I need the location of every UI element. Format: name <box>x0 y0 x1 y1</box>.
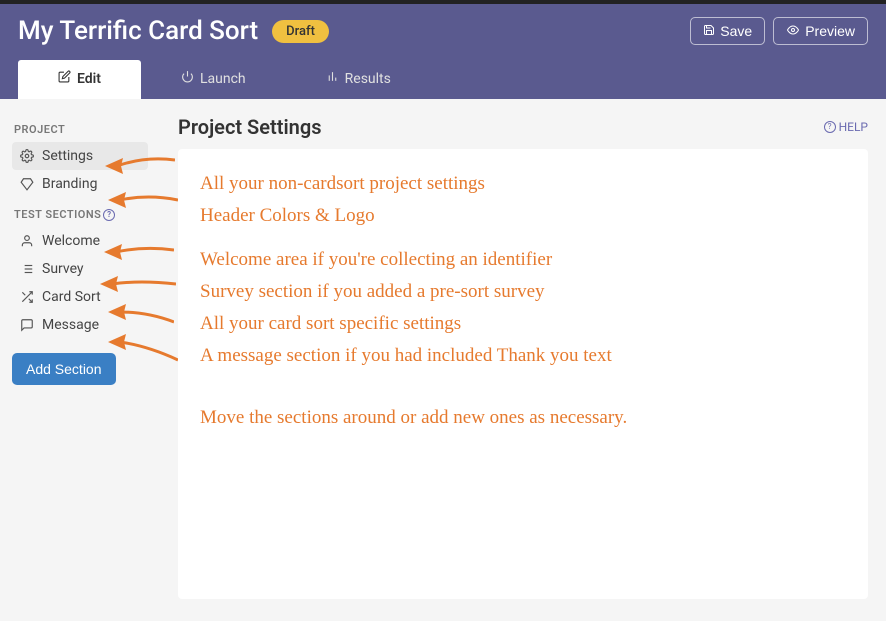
sidebar-item-label: Settings <box>42 148 93 164</box>
tab-results[interactable]: Results <box>286 60 431 99</box>
power-icon <box>181 70 194 87</box>
tab-edit-label: Edit <box>77 71 101 87</box>
shuffle-icon <box>20 290 34 304</box>
person-icon <box>20 234 34 248</box>
tab-launch[interactable]: Launch <box>141 60 286 99</box>
content-area: Project Settings ? HELP All your non-car… <box>160 99 886 620</box>
sidebar-item-survey[interactable]: Survey <box>12 255 148 283</box>
diamond-icon <box>20 177 34 191</box>
annotation-footer: Move the sections around or add new ones… <box>196 407 850 429</box>
sidebar-item-message[interactable]: Message <box>12 311 148 339</box>
sidebar-item-cardsort[interactable]: Card Sort <box>12 283 148 311</box>
sidebar-item-label: Survey <box>42 261 84 277</box>
content-panel: All your non-cardsort project settings H… <box>178 149 868 599</box>
edit-icon <box>58 70 71 87</box>
gear-icon <box>20 149 34 163</box>
tab-edit[interactable]: Edit <box>18 60 141 99</box>
help-link[interactable]: ? HELP <box>824 120 868 134</box>
message-icon <box>20 318 34 332</box>
annotation-cardsort: All your card sort specific settings <box>196 313 850 335</box>
save-button-label: Save <box>720 23 752 39</box>
preview-button[interactable]: Preview <box>773 17 868 45</box>
tab-launch-label: Launch <box>200 71 246 87</box>
sidebar-item-branding[interactable]: Branding <box>12 170 148 198</box>
annotation-message: A message section if you had included Th… <box>196 345 850 367</box>
save-icon <box>703 23 715 39</box>
sidebar-item-welcome[interactable]: Welcome <box>12 227 148 255</box>
tab-results-label: Results <box>345 71 391 87</box>
sidebar-item-settings[interactable]: Settings <box>12 142 148 170</box>
help-icon: ? <box>824 121 836 133</box>
main-tabs: Edit Launch Results <box>18 60 868 99</box>
sidebar-heading-project: PROJECT <box>14 123 148 136</box>
annotation-branding: Header Colors & Logo <box>196 205 850 227</box>
project-title: My Terrific Card Sort <box>18 16 258 46</box>
chart-icon <box>326 70 339 87</box>
status-badge: Draft <box>272 20 329 43</box>
add-section-button[interactable]: Add Section <box>12 353 116 385</box>
eye-icon <box>786 23 800 39</box>
app-header: My Terrific Card Sort Draft Save Preview <box>0 4 886 99</box>
list-icon <box>20 262 34 276</box>
save-button[interactable]: Save <box>690 17 765 45</box>
sidebar-item-label: Message <box>42 317 99 333</box>
sidebar-heading-test-sections: TEST SECTIONS ? <box>14 208 148 221</box>
sidebar: PROJECT Settings Branding TEST SECTIONS … <box>0 99 160 620</box>
annotation-welcome: Welcome area if you're collecting an ide… <box>196 249 850 271</box>
help-icon[interactable]: ? <box>103 209 115 221</box>
page-title: Project Settings <box>178 115 322 139</box>
annotation-settings: All your non-cardsort project settings <box>196 173 850 195</box>
sidebar-item-label: Branding <box>42 176 97 192</box>
sidebar-item-label: Welcome <box>42 233 100 249</box>
annotation-survey: Survey section if you added a pre-sort s… <box>196 281 850 303</box>
sidebar-item-label: Card Sort <box>42 289 101 305</box>
preview-button-label: Preview <box>805 23 855 39</box>
